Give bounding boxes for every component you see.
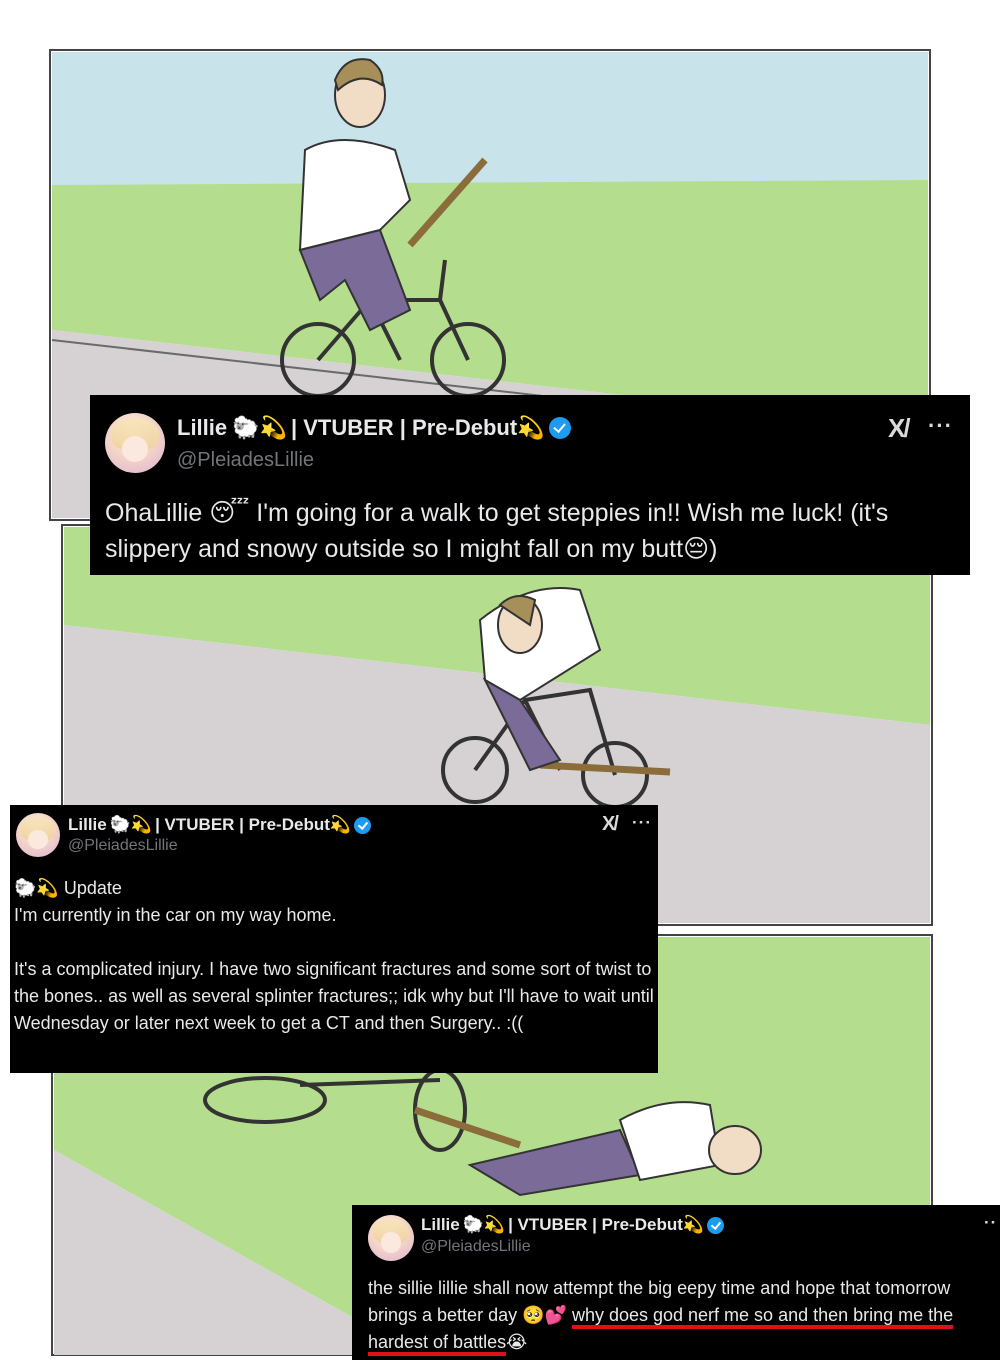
verified-badge-icon — [707, 1216, 725, 1234]
author-name-row[interactable]: Lillie 🐑 💫 | VTUBER | Pre-Debut 💫 — [68, 815, 372, 835]
more-options-icon[interactable]: ··· — [632, 813, 652, 833]
author-name[interactable]: Lillie — [68, 815, 107, 835]
tweet-text: OhaLillie 😴 I'm going for a walk to get … — [105, 495, 945, 567]
sleepy-emoji-icon: 😴 — [209, 499, 250, 527]
dizzy-star-emoji-icon: 💫 — [259, 415, 287, 440]
tweet-2[interactable]: Lillie 🐑 💫 | VTUBER | Pre-Debut 💫 @Pleia… — [10, 805, 658, 1073]
crying-face-emoji-icon: 😭 — [506, 1332, 528, 1352]
sheep-emoji-icon: 🐑 — [14, 878, 37, 898]
author-handle[interactable]: @PleiadesLillie — [68, 837, 178, 855]
tweet-line-2: It's a complicated injury. I have two si… — [14, 959, 654, 1033]
avatar[interactable] — [16, 813, 60, 857]
avatar[interactable] — [105, 413, 165, 473]
author-handle[interactable]: @PleiadesLillie — [177, 449, 314, 472]
two-hearts-emoji-icon: 💕 — [544, 1305, 567, 1325]
pleading-face-emoji-icon: 🥺 — [522, 1305, 545, 1325]
verified-badge-icon — [548, 417, 571, 439]
dizzy-star-emoji-icon: 💫 — [517, 415, 545, 440]
tweet-3[interactable]: Lillie 🐑 💫 | VTUBER | Pre-Debut 💫 @Pleia… — [352, 1205, 1000, 1360]
pensive-emoji-icon: 😔 — [683, 535, 710, 563]
tweet-text: 🐑💫 Update I'm currently in the car on my… — [14, 875, 654, 1037]
author-name-row[interactable]: Lillie 🐑 💫 | VTUBER | Pre-Debut 💫 — [177, 415, 571, 441]
author-name[interactable]: Lillie — [177, 415, 227, 441]
tweet-text-part: ) — [709, 535, 718, 563]
sheep-emoji-icon: 🐑 — [109, 815, 131, 834]
author-name-row[interactable]: Lillie 🐑 💫 | VTUBER | Pre-Debut 💫 — [421, 1215, 725, 1235]
update-label: Update — [63, 878, 122, 898]
tweet-text: the sillie lillie shall now attempt the … — [368, 1275, 993, 1356]
avatar[interactable] — [368, 1215, 414, 1261]
dizzy-star-emoji-icon: 💫 — [483, 1215, 506, 1234]
author-name-suffix: | VTUBER | Pre-Debut — [155, 815, 330, 834]
update-line: 🐑💫 Update — [14, 875, 654, 902]
author-name-suffix: | VTUBER | Pre-Debut — [290, 415, 518, 440]
dizzy-star-emoji-icon: 💫 — [329, 815, 352, 834]
verified-badge-icon — [354, 816, 372, 834]
sheep-emoji-icon: 🐑 — [232, 415, 260, 440]
comic-background — [49, 49, 933, 1356]
dizzy-star-emoji-icon: 💫 — [36, 878, 59, 898]
tweet-text-part: OhaLillie — [105, 499, 210, 527]
dizzy-star-emoji-icon: 💫 — [682, 1215, 705, 1234]
x-logo-icon[interactable]: X/ — [888, 413, 911, 444]
author-name-suffix: | VTUBER | Pre-Debut — [508, 1215, 683, 1234]
sheep-emoji-icon: 🐑 — [462, 1215, 484, 1234]
more-options-icon[interactable]: ·· — [984, 1213, 997, 1233]
tweet-1[interactable]: Lillie 🐑 💫 | VTUBER | Pre-Debut 💫 @Pleia… — [90, 395, 970, 575]
author-handle[interactable]: @PleiadesLillie — [421, 1238, 531, 1256]
tweet-line-1: I'm currently in the car on my way home. — [14, 905, 337, 925]
more-options-icon[interactable]: ··· — [928, 413, 953, 439]
dizzy-star-emoji-icon: 💫 — [130, 815, 153, 834]
author-name[interactable]: Lillie — [421, 1215, 460, 1235]
x-logo-icon[interactable]: X/ — [602, 813, 619, 836]
